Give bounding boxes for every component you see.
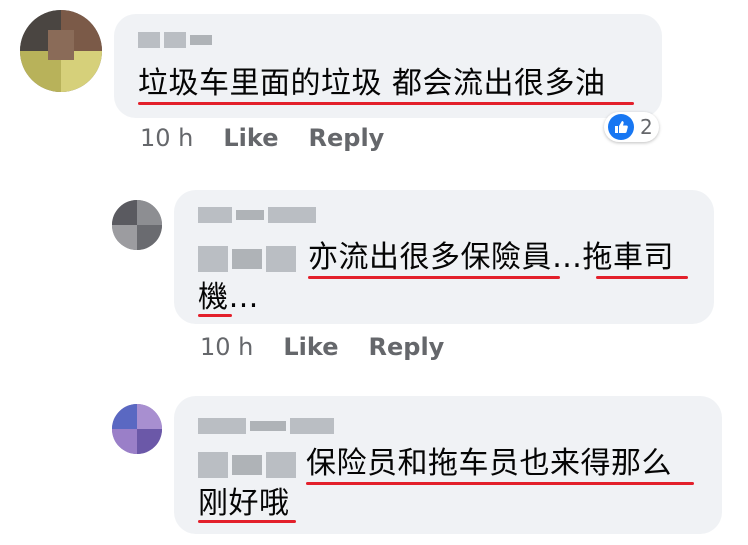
red-underline bbox=[198, 520, 296, 523]
reply-button[interactable]: Reply bbox=[309, 124, 385, 152]
avatar-pixel bbox=[48, 30, 74, 60]
reply-button[interactable]: Reply bbox=[369, 333, 445, 361]
timestamp[interactable]: 10 h bbox=[140, 124, 193, 152]
blur-block bbox=[266, 246, 296, 272]
blur-block bbox=[266, 452, 296, 478]
blur-block bbox=[138, 32, 160, 48]
reaction-count: 2 bbox=[640, 115, 653, 139]
avatar[interactable] bbox=[112, 200, 162, 250]
comment-actions: 10 h Like Reply bbox=[140, 124, 414, 152]
reaction-summary[interactable]: 2 bbox=[604, 112, 659, 142]
like-button[interactable]: Like bbox=[223, 124, 278, 152]
blur-block bbox=[250, 421, 286, 431]
mention-blurred[interactable] bbox=[198, 452, 298, 478]
blur-block bbox=[198, 207, 232, 223]
like-button[interactable]: Like bbox=[283, 333, 338, 361]
mention-blurred[interactable] bbox=[198, 246, 298, 272]
blur-block bbox=[198, 246, 228, 272]
thumbs-up-icon bbox=[615, 121, 628, 133]
blur-block bbox=[198, 452, 228, 478]
blur-block bbox=[190, 35, 212, 45]
blur-block bbox=[164, 32, 186, 48]
red-underline bbox=[308, 276, 560, 279]
avatar-pixel bbox=[137, 225, 162, 250]
red-underline bbox=[306, 482, 694, 485]
avatar-pixel bbox=[112, 429, 137, 454]
commenter-name-blurred[interactable] bbox=[138, 32, 218, 48]
red-underline bbox=[198, 314, 232, 317]
avatar-pixel bbox=[112, 404, 137, 429]
blur-block bbox=[232, 455, 262, 475]
commenter-name-blurred[interactable] bbox=[198, 418, 338, 434]
avatar[interactable] bbox=[112, 404, 162, 454]
avatar-pixel bbox=[112, 200, 137, 225]
red-underline bbox=[596, 276, 688, 279]
thumbs-up-icon bbox=[608, 114, 634, 140]
blur-block bbox=[232, 249, 262, 269]
blur-block bbox=[198, 418, 246, 434]
avatar-pixel bbox=[137, 404, 162, 429]
avatar-pixel bbox=[137, 200, 162, 225]
avatar-pixel bbox=[112, 225, 137, 250]
avatar-pixel bbox=[137, 429, 162, 454]
avatar[interactable] bbox=[20, 10, 102, 92]
blur-block bbox=[236, 210, 264, 220]
timestamp[interactable]: 10 h bbox=[200, 333, 253, 361]
comment-text-line1: 亦流出很多保險員…拖車司 bbox=[308, 240, 674, 275]
comment-text: 垃圾车里面的垃圾 都会流出很多油 bbox=[138, 66, 606, 101]
comment-text-line1: 保险员和拖车员也来得那么 bbox=[306, 446, 672, 481]
blur-block bbox=[268, 207, 316, 223]
red-underline bbox=[138, 102, 634, 105]
commenter-name-blurred[interactable] bbox=[198, 207, 318, 223]
comment-actions: 10 h Like Reply bbox=[200, 333, 474, 361]
blur-block bbox=[290, 418, 334, 434]
